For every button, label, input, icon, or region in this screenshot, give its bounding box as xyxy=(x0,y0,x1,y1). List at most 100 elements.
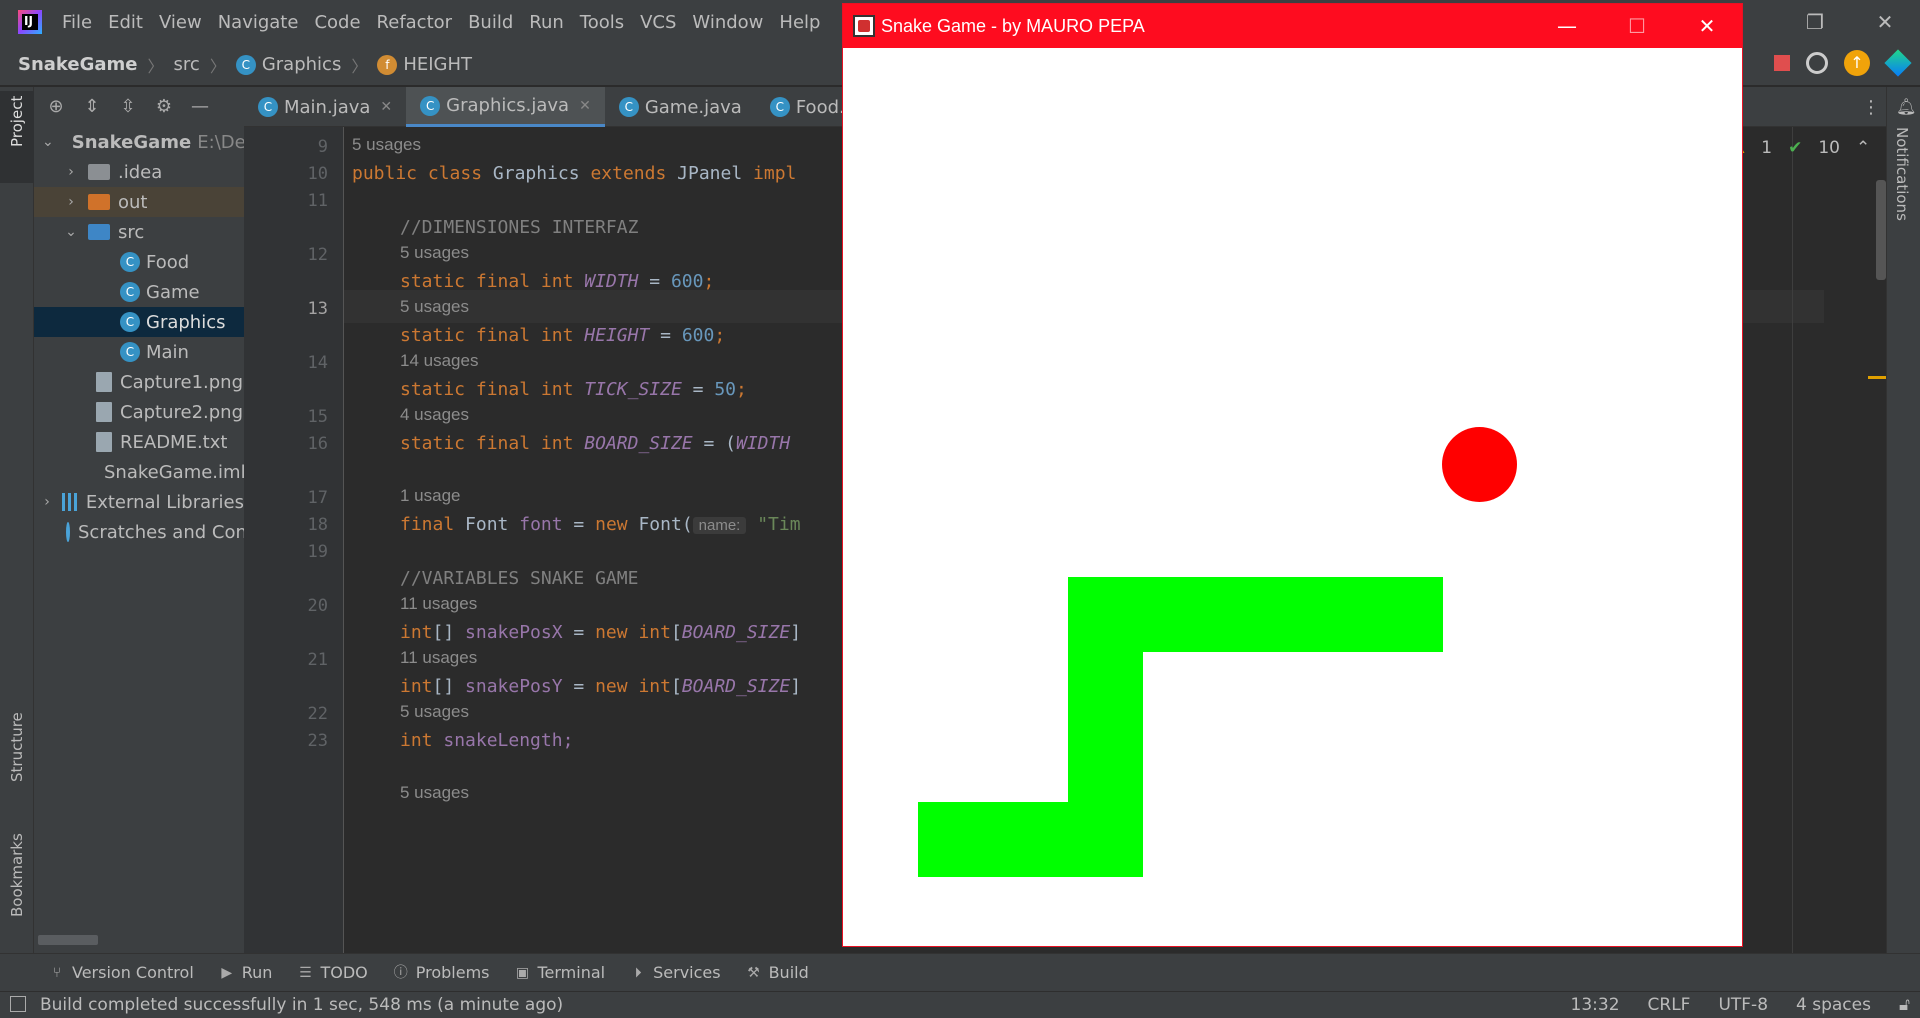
chevron-down-icon[interactable]: ⌄ xyxy=(42,134,54,150)
usages-hint[interactable]: 14 usages xyxy=(400,351,478,371)
tree-item-external-libraries[interactable]: › External Libraries xyxy=(34,487,244,517)
breadcrumb-project[interactable]: SnakeGame xyxy=(18,54,138,75)
tool-terminal[interactable]: ▣ Terminal xyxy=(515,963,605,982)
status-message[interactable]: Build completed successfully in 1 sec, 5… xyxy=(40,995,563,1015)
caret-position[interactable]: 13:32 xyxy=(1571,995,1620,1015)
close-icon[interactable]: ✕ xyxy=(1672,4,1742,48)
usages-hint[interactable]: 5 usages xyxy=(400,243,469,263)
menu-edit[interactable]: Edit xyxy=(108,12,143,33)
tool-tab-project[interactable]: Project xyxy=(8,96,26,147)
tool-build[interactable]: ⚒ Build xyxy=(747,963,808,982)
tab-game-java[interactable]: C Game.java xyxy=(605,87,756,127)
tree-item-capture1[interactable]: Capture1.png xyxy=(34,367,244,397)
tree-item-capture2[interactable]: Capture2.png xyxy=(34,397,244,427)
services-icon: ⏵ xyxy=(634,964,642,981)
class-icon: C xyxy=(769,97,790,117)
horizontal-scrollbar[interactable] xyxy=(38,935,98,945)
expand-all-icon[interactable]: ⇕ xyxy=(82,97,102,117)
snake-segment xyxy=(918,802,1143,877)
tree-item-idea[interactable]: › .idea xyxy=(34,157,244,187)
usages-hint[interactable]: 11 usages xyxy=(400,594,477,614)
panel-toggle-icon[interactable] xyxy=(10,996,26,1012)
project-toolbar: ⊕ ⇕ ⇳ ⚙ — xyxy=(34,87,244,127)
inspection-widget[interactable]: ⚠ 1 ✔ 10 ⌃ ⌄ xyxy=(1730,138,1900,158)
tree-item-main[interactable]: C Main xyxy=(34,337,244,367)
tree-item-graphics[interactable]: C Graphics xyxy=(34,307,244,337)
menu-view[interactable]: View xyxy=(159,12,202,33)
hide-icon[interactable]: — xyxy=(190,97,210,117)
tab-main-java[interactable]: C Main.java ✕ xyxy=(244,87,406,127)
line-number: 19 xyxy=(307,542,328,562)
game-title-bar[interactable]: Snake Game - by MAURO PEPA — ☐ ✕ xyxy=(843,4,1742,48)
chevron-right-icon[interactable]: › xyxy=(42,494,52,510)
tree-item-out[interactable]: › out xyxy=(34,187,244,217)
indent-setting[interactable]: 4 spaces xyxy=(1796,995,1871,1015)
menu-help[interactable]: Help xyxy=(779,12,820,33)
tree-item-src[interactable]: ⌄ src xyxy=(34,217,244,247)
tool-tab-bookmarks[interactable]: Bookmarks xyxy=(8,833,26,917)
menu-navigate[interactable]: Navigate xyxy=(218,12,299,33)
vertical-scrollbar[interactable] xyxy=(1876,180,1886,280)
breadcrumb-field[interactable]: HEIGHT xyxy=(403,54,472,75)
more-vertical-icon[interactable]: ⋮ xyxy=(1862,97,1880,118)
game-board[interactable] xyxy=(843,48,1742,946)
tool-version-control[interactable]: ⑂ Version Control xyxy=(50,963,194,982)
usages-hint[interactable]: 4 usages xyxy=(400,405,469,425)
update-icon[interactable]: ↑ xyxy=(1844,50,1870,76)
tree-item-readme[interactable]: README.txt xyxy=(34,427,244,457)
close-icon[interactable]: ✕ xyxy=(380,99,392,115)
bell-icon[interactable]: 🔔︎ xyxy=(1896,97,1916,116)
chevron-right-icon[interactable]: › xyxy=(64,164,78,180)
chevron-right-icon[interactable]: › xyxy=(64,194,78,210)
collapse-all-icon[interactable]: ⇳ xyxy=(118,97,138,117)
line-separator[interactable]: CRLF xyxy=(1648,995,1691,1015)
gear-icon[interactable]: ⚙ xyxy=(154,97,174,117)
usages-hint[interactable]: 5 usages xyxy=(400,702,469,722)
close-icon[interactable]: ✕ xyxy=(579,98,591,114)
tool-run[interactable]: ▶ Run xyxy=(220,963,272,982)
tree-item-scratches[interactable]: Scratches and Cons xyxy=(34,517,244,547)
tool-services[interactable]: ⏵ Services xyxy=(631,963,721,982)
tree-item-label: Scratches and Cons xyxy=(78,521,244,543)
tree-item-iml[interactable]: SnakeGame.iml xyxy=(34,457,244,487)
scratches-icon xyxy=(66,522,70,542)
search-icon[interactable] xyxy=(1806,52,1828,74)
tool-todo[interactable]: ☰ TODO xyxy=(298,963,368,982)
tree-item-root[interactable]: ⌄ SnakeGame E:\De xyxy=(34,127,244,157)
menu-file[interactable]: File xyxy=(62,12,92,33)
menu-window[interactable]: Window xyxy=(692,12,763,33)
tool-tab-structure[interactable]: Structure xyxy=(8,712,26,782)
chevron-down-icon[interactable]: ⌄ xyxy=(64,224,78,240)
tree-item-food[interactable]: C Food xyxy=(34,247,244,277)
restore-icon[interactable]: ❐ xyxy=(1780,0,1850,44)
menu-vcs[interactable]: VCS xyxy=(640,12,676,33)
breadcrumb-class[interactable]: Graphics xyxy=(262,54,342,75)
jetbrains-icon[interactable] xyxy=(1884,49,1912,77)
stop-icon[interactable] xyxy=(1774,55,1790,71)
tab-graphics-java[interactable]: C Graphics.java ✕ xyxy=(406,87,605,127)
usages-hint[interactable]: 5 usages xyxy=(400,297,469,317)
check-icon: ✔ xyxy=(1788,138,1803,158)
usages-hint[interactable]: 1 usage xyxy=(400,486,461,506)
chevron-up-icon[interactable]: ⌃ xyxy=(1856,138,1870,158)
minimize-icon[interactable]: — xyxy=(1532,4,1602,48)
warning-marker[interactable] xyxy=(1868,376,1888,379)
tool-label: TODO xyxy=(320,963,368,982)
menu-tools[interactable]: Tools xyxy=(580,12,624,33)
target-icon[interactable]: ⊕ xyxy=(46,97,66,117)
menu-refactor[interactable]: Refactor xyxy=(377,12,453,33)
tree-item-game[interactable]: C Game xyxy=(34,277,244,307)
tool-problems[interactable]: ⓘ Problems xyxy=(394,963,490,982)
menu-build[interactable]: Build xyxy=(468,12,513,33)
close-icon[interactable]: ✕ xyxy=(1850,0,1920,44)
breadcrumb-src[interactable]: src xyxy=(174,54,200,75)
usages-hint[interactable]: 11 usages xyxy=(400,648,477,668)
usages-hint[interactable]: 5 usages xyxy=(352,135,421,155)
usages-hint[interactable]: 5 usages xyxy=(400,783,469,803)
menu-run[interactable]: Run xyxy=(529,12,564,33)
file-encoding[interactable]: UTF-8 xyxy=(1718,995,1768,1015)
lock-icon[interactable]: 🔓︎ xyxy=(1899,995,1910,1015)
tool-tab-notifications[interactable]: Notifications xyxy=(1893,127,1911,221)
menu-code[interactable]: Code xyxy=(314,12,360,33)
hammer-icon: ⚒ xyxy=(747,964,760,981)
